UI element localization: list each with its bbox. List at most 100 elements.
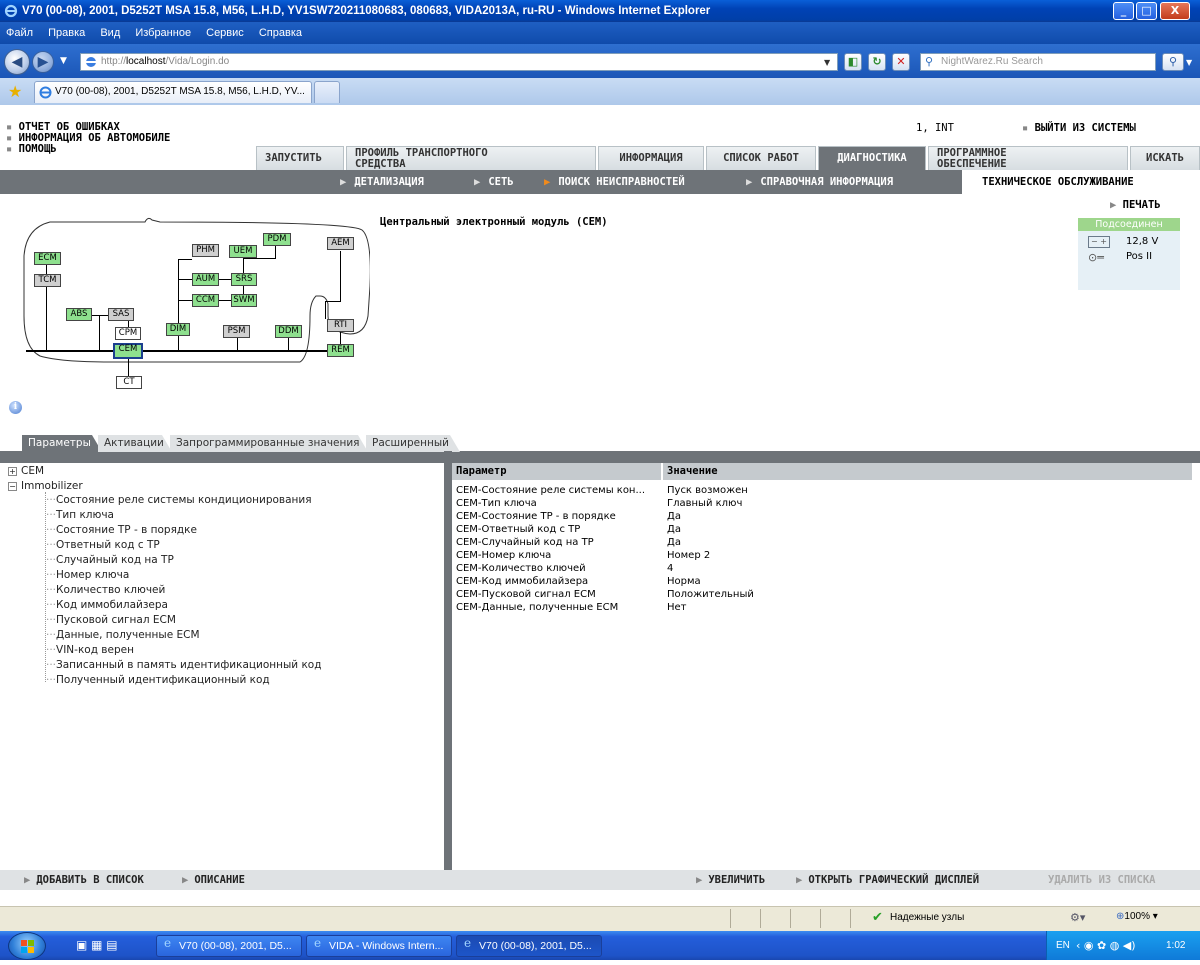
tree-leaf[interactable]: ···Состояние ТР - в порядке [46,523,322,538]
maximize-button[interactable]: □ [1136,2,1157,20]
table-cell-param[interactable]: CEM-Код иммобилайзера [456,575,660,588]
table-cell-param[interactable]: CEM-Количество ключей [456,562,660,575]
tab-programmed-values[interactable]: Запрограммированные значения [170,435,368,452]
tree-leaf[interactable]: ···Количество ключей [46,583,322,598]
remove-from-list-button[interactable]: УДАЛИТЬ ИЗ СПИСКА [1048,870,1155,890]
table-cell-param[interactable]: CEM-Состояние ТР - в порядке [456,510,660,523]
language-indicator[interactable]: EN [1056,940,1070,951]
open-graph-display-button[interactable]: ▶ ОТКРЫТЬ ГРАФИЧЕСКИЙ ДИСПЛЕЙ [796,870,979,890]
zoom-button[interactable]: ▶ УВЕЛИЧИТЬ [696,870,765,890]
node-phm[interactable]: PHM [192,244,219,257]
tab-software[interactable]: ПРОГРАММНОЕ ОБЕСПЕЧЕНИЕ [928,146,1128,170]
taskbar-item-3[interactable]: V70 (00-08), 2001, D5... [456,935,602,957]
new-tab-button[interactable] [314,81,340,103]
search-input[interactable]: ⚲ NightWarez.Ru Search [920,53,1156,71]
address-dropdown-icon[interactable]: ▼ [824,58,830,67]
tab-information[interactable]: ИНФОРМАЦИЯ [598,146,704,170]
subtab-reference[interactable]: ▶ СПРАВОЧНАЯ ИНФОРМАЦИЯ [746,170,893,194]
close-button[interactable]: X [1160,2,1190,20]
link-help[interactable]: ▪ ПОМОЩЬ [6,144,170,155]
tree-node-cem[interactable]: + CEM [8,464,83,479]
table-cell-param[interactable]: CEM-Ответный код с ТР [456,523,660,536]
table-cell-param[interactable]: CEM-Номер ключа [456,549,660,562]
node-cem-selected[interactable]: CEM [113,343,143,359]
tab-advanced[interactable]: Расширенный [366,435,460,452]
table-cell-param[interactable]: CEM-Данные, полученные ECM [456,601,660,614]
tray-icons[interactable]: ‹ ◉ ✿ ◍ ◀) [1076,939,1136,952]
menu-help[interactable]: Справка [259,27,302,39]
table-cell-param[interactable]: CEM-Случайный код на ТР [456,536,660,549]
table-cell-param[interactable]: CEM-Пусковой сигнал ECM [456,588,660,601]
address-input[interactable]: http://localhost/Vida/Login.do [80,53,838,71]
description-button[interactable]: ▶ ОПИСАНИЕ [182,870,245,890]
menu-edit[interactable]: Правка [48,27,85,39]
node-rem[interactable]: REM [327,344,354,357]
table-cell-param[interactable]: CEM-Тип ключа [456,497,660,510]
node-abs[interactable]: ABS [66,308,92,321]
tree-leaf[interactable]: ···Полученный идентификационный код [46,673,322,688]
refresh-icon[interactable]: ↻ [868,53,886,71]
tree-leaf[interactable]: ···Случайный код на ТР [46,553,322,568]
tab-activations[interactable]: Активации [98,435,172,452]
node-dim[interactable]: DIM [166,323,190,336]
search-options-icon[interactable]: ▼ [1186,58,1192,67]
column-header-parameter[interactable]: Параметр [452,463,662,480]
logout-link[interactable]: ▪ ВЫЙТИ ИЗ СИСТЕМЫ [1022,122,1136,134]
security-zone[interactable]: Надежные узлы [890,912,964,923]
tab-parameters[interactable]: Параметры [22,435,102,452]
tree-leaf[interactable]: ···Состояние реле системы кондиционирова… [46,493,322,508]
compatibility-icon[interactable]: ◧ [844,53,862,71]
pane-splitter[interactable] [444,451,452,870]
node-pdm[interactable]: PDM [263,233,291,246]
tab-search[interactable]: ИСКАТЬ [1130,146,1200,170]
print-link[interactable]: ▶ ПЕЧАТЬ [1110,199,1161,211]
node-aum[interactable]: AUM [192,273,219,286]
node-rti[interactable]: RTI [327,319,354,332]
favorites-star-icon[interactable]: ★ [8,82,22,101]
forward-icon[interactable]: ▶ [32,51,54,73]
window-titlebar[interactable]: V70 (00-08), 2001, D5252T MSA 15.8, M56,… [0,0,1200,22]
node-tcm[interactable]: TCM [34,274,61,287]
menu-tools[interactable]: Сервис [206,27,244,39]
subtab-details[interactable]: ▶ ДЕТАЛИЗАЦИЯ [340,170,424,194]
history-dropdown-icon[interactable]: ▼ [60,56,67,66]
tab-launch[interactable]: ЗАПУСТИТЬ [256,146,344,170]
protected-mode-icon[interactable]: ⚙▾ [1070,911,1085,924]
column-header-value[interactable]: Значение [663,463,1193,480]
start-button[interactable] [8,932,46,960]
zoom-level[interactable]: ⊕100% ▾ [1116,911,1158,922]
tree-leaf[interactable]: ···Пусковой сигнал ECM [46,613,322,628]
node-ecm[interactable]: ECM [34,252,61,265]
subtab-network[interactable]: ▶ СЕТЬ [474,170,514,194]
tree-leaf[interactable]: ···Ответный код с ТР [46,538,322,553]
table-cell-param[interactable]: CEM-Состояние реле системы кон... [456,484,660,497]
taskbar-item-1[interactable]: V70 (00-08), 2001, D5... [156,935,302,957]
search-button-icon[interactable]: ⚲ [1162,53,1184,71]
tree-leaf[interactable]: ···Данные, полученные ECM [46,628,322,643]
tree-leaf[interactable]: ···VIN-код верен [46,643,322,658]
node-ccm[interactable]: CCM [192,294,219,307]
node-srs[interactable]: SRS [231,273,257,286]
menu-favorites[interactable]: Избранное [135,27,191,39]
minimize-button[interactable]: _ [1113,2,1134,20]
node-psm[interactable]: PSM [223,325,250,338]
node-sas[interactable]: SAS [108,308,134,321]
info-icon[interactable]: i [9,401,22,414]
subtab-fault-tracing[interactable]: ▶ ПОИСК НЕИСПРАВНОСТЕЙ [544,170,685,194]
tab-diagnostics[interactable]: ДИАГНОСТИКА [818,146,926,170]
quick-launch-icons[interactable]: ▣ ▦ ▤ [76,938,118,952]
back-icon[interactable]: ◀ [4,49,30,75]
tab-vehicle-profile[interactable]: ПРОФИЛЬ ТРАНСПОРТНОГО СРЕДСТВА [346,146,596,170]
node-swm[interactable]: SWM [231,294,257,307]
tree-leaf[interactable]: ···Код иммобилайзера [46,598,322,613]
menu-view[interactable]: Вид [100,27,120,39]
node-ddm[interactable]: DDM [275,325,302,338]
tree-leaf[interactable]: ···Записанный в память идентификационный… [46,658,322,673]
subtab-maintenance[interactable]: ТЕХНИЧЕСКОЕ ОБСЛУЖИВАНИЕ [962,170,1200,194]
taskbar-item-2[interactable]: VIDA - Windows Intern... [306,935,452,957]
tree-leaf[interactable]: ···Номер ключа [46,568,322,583]
tab-job-list[interactable]: СПИСОК РАБОТ [706,146,816,170]
tree-leaf[interactable]: ···Тип ключа [46,508,322,523]
menu-file[interactable]: Файл [6,27,33,39]
stop-icon[interactable]: ✕ [892,53,910,71]
